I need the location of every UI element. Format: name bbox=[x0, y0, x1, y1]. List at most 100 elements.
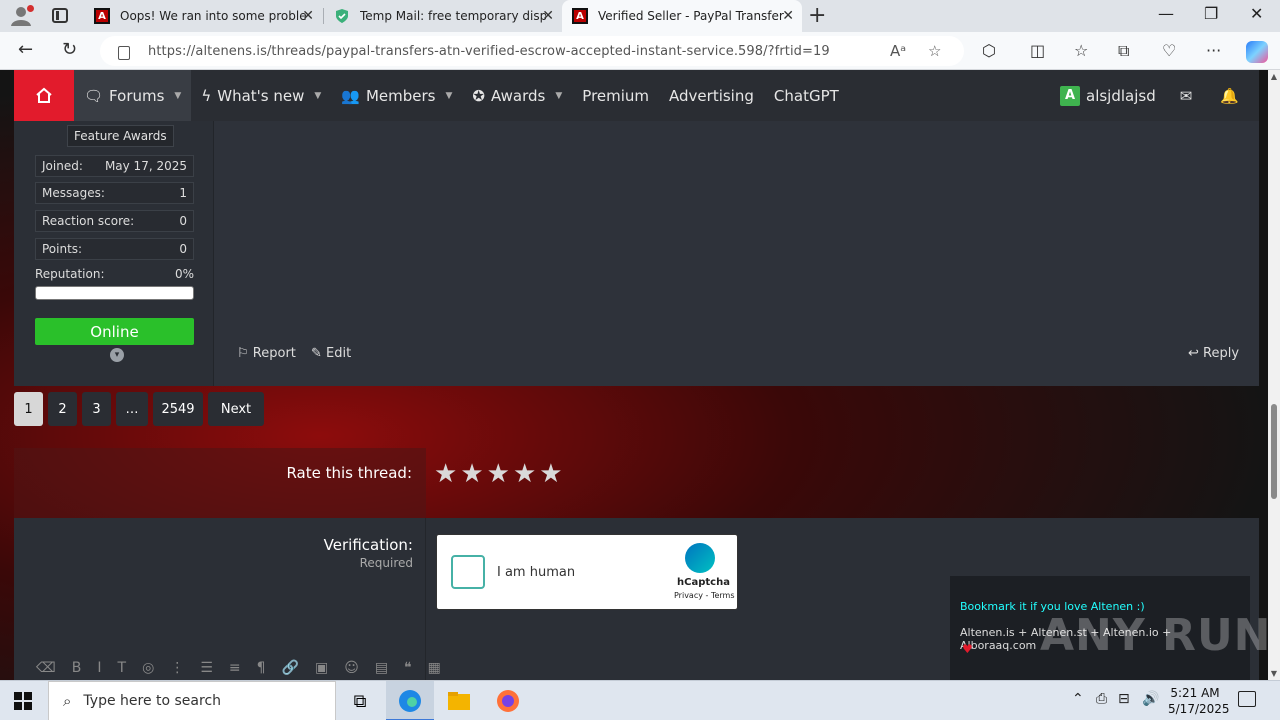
show-hidden-icons[interactable]: ⌃ bbox=[1072, 691, 1084, 707]
restore-icon[interactable]: ❐ bbox=[1204, 4, 1218, 23]
close-tab-icon[interactable]: ✕ bbox=[302, 8, 314, 24]
captcha-terms-link[interactable]: Privacy - Terms bbox=[674, 591, 735, 600]
minimize-icon[interactable]: — bbox=[1158, 4, 1174, 23]
page-button-2[interactable]: 2 bbox=[48, 392, 77, 426]
device-icon[interactable]: ⎙ bbox=[1096, 691, 1107, 707]
taskbar-search-box[interactable]: ⌕ Type here to search bbox=[48, 681, 336, 720]
pencil-icon: ✎ bbox=[311, 346, 322, 361]
link-icon[interactable]: 🔗 bbox=[282, 660, 299, 680]
firefox-icon[interactable] bbox=[496, 689, 520, 713]
more-menu-icon[interactable]: ··· bbox=[1206, 41, 1221, 60]
account-menu[interactable]: A alsjdlajsd bbox=[1050, 70, 1166, 121]
tab-actions-icon[interactable] bbox=[52, 8, 68, 23]
nav-members[interactable]: 👥 Members ▼ bbox=[331, 70, 462, 121]
nav-awards[interactable]: ✪ Awards ▼ bbox=[462, 70, 572, 121]
stat-value[interactable]: 1 bbox=[179, 186, 187, 200]
bold-icon[interactable]: B bbox=[72, 660, 82, 680]
page-button-last[interactable]: 2549 bbox=[153, 392, 203, 426]
close-window-icon[interactable]: ✕ bbox=[1250, 4, 1263, 23]
windows-start-icon[interactable] bbox=[14, 692, 32, 710]
chevron-down-icon[interactable]: ▼ bbox=[446, 91, 453, 101]
file-explorer-icon[interactable] bbox=[447, 689, 471, 713]
scroll-down-icon[interactable]: ▼ bbox=[1271, 669, 1277, 678]
paragraph-icon[interactable]: ¶ bbox=[257, 660, 266, 680]
star-icon[interactable]: ★ bbox=[513, 459, 536, 489]
italic-icon[interactable]: I bbox=[97, 660, 101, 680]
next-page-button[interactable]: Next bbox=[208, 392, 264, 426]
list-icon[interactable]: ☰ bbox=[200, 660, 213, 680]
browser-tab-3[interactable]: A Verified Seller - PayPal Transfers - ✕ bbox=[562, 0, 802, 32]
align-icon[interactable]: ≡ bbox=[229, 660, 241, 680]
emoji-icon[interactable]: ☺ bbox=[344, 660, 359, 680]
lock-icon[interactable] bbox=[118, 46, 130, 60]
text-size-icon[interactable]: T bbox=[118, 660, 127, 680]
star-icon[interactable]: ★ bbox=[434, 459, 457, 489]
address-toolbar: ← ↻ https://altenens.is/threads/paypal-t… bbox=[0, 32, 1280, 70]
page-ellipsis-button[interactable]: … bbox=[116, 392, 148, 426]
image-icon[interactable]: ▣ bbox=[315, 660, 328, 680]
inbox-icon[interactable]: ✉ bbox=[1166, 70, 1207, 121]
chevron-down-icon[interactable]: ▼ bbox=[174, 91, 181, 101]
volume-icon[interactable]: 🔊 bbox=[1142, 691, 1159, 707]
collections-icon[interactable]: ⧉ bbox=[1118, 41, 1129, 61]
network-icon[interactable]: ⊟ bbox=[1118, 691, 1130, 707]
bell-icon[interactable]: 🔔 bbox=[1206, 70, 1259, 121]
back-icon[interactable]: ← bbox=[18, 39, 33, 60]
browser-essentials-icon[interactable]: ♡ bbox=[1162, 41, 1176, 60]
chevron-down-icon[interactable]: ▼ bbox=[314, 91, 321, 101]
edit-button[interactable]: ✎ Edit bbox=[311, 346, 351, 361]
stat-reaction-score: Reaction score: 0 bbox=[35, 210, 194, 232]
color-palette-icon[interactable]: ◎ bbox=[142, 660, 154, 680]
system-clock[interactable]: 5:21 AM 5/17/2025 bbox=[1168, 685, 1230, 717]
notification-center-icon[interactable] bbox=[1238, 691, 1256, 707]
captcha-checkbox[interactable] bbox=[451, 555, 485, 589]
hcaptcha-logo-icon bbox=[685, 543, 715, 573]
split-screen-icon[interactable]: ◫ bbox=[1030, 41, 1045, 60]
nav-forums[interactable]: 🗨 Forums ▼ bbox=[74, 70, 192, 121]
page-button-3[interactable]: 3 bbox=[82, 392, 111, 426]
extensions-icon[interactable]: ⬡ bbox=[982, 41, 996, 60]
eraser-icon[interactable]: ⌫ bbox=[36, 660, 56, 680]
browser-tab-2[interactable]: Temp Mail: free temporary dispo... ✕ bbox=[324, 0, 562, 32]
page-button-1[interactable]: 1 bbox=[14, 392, 43, 426]
url-text[interactable]: https://altenens.is/threads/paypal-trans… bbox=[148, 44, 830, 59]
favorites-icon[interactable]: ☆ bbox=[1074, 41, 1088, 60]
home-button[interactable] bbox=[14, 70, 74, 121]
copilot-icon[interactable] bbox=[1246, 41, 1268, 63]
scrollbar-thumb[interactable] bbox=[1271, 404, 1277, 499]
star-icon[interactable]: ★ bbox=[487, 459, 510, 489]
expand-chevron-icon[interactable]: ▾ bbox=[110, 348, 124, 362]
task-view-icon[interactable]: ⧉ bbox=[348, 689, 372, 713]
profile-icon[interactable] bbox=[10, 5, 34, 26]
media-icon[interactable]: ▤ bbox=[375, 660, 388, 680]
table-icon[interactable]: ▦ bbox=[428, 660, 441, 680]
address-bar[interactable]: https://altenens.is/threads/paypal-trans… bbox=[100, 36, 964, 66]
captcha-brand: hCaptcha bbox=[677, 577, 730, 588]
refresh-icon[interactable]: ↻ bbox=[62, 39, 77, 60]
stat-value: 0 bbox=[179, 242, 187, 256]
stat-messages: Messages: 1 bbox=[35, 182, 194, 204]
stat-label: Messages: bbox=[42, 186, 105, 200]
browser-tab-1[interactable]: A Oops! We ran into some problems ✕ bbox=[84, 0, 322, 32]
reply-button[interactable]: ↩ Reply bbox=[1188, 346, 1239, 361]
read-aloud-icon[interactable]: A͏ᵃ bbox=[890, 42, 906, 60]
close-tab-icon[interactable]: ✕ bbox=[782, 8, 794, 24]
star-icon[interactable]: ★ bbox=[460, 459, 483, 489]
quote-icon[interactable]: ❝ bbox=[404, 660, 412, 680]
nav-chatgpt[interactable]: ChatGPT bbox=[764, 70, 849, 121]
scrollbar[interactable]: ▲ ▼ bbox=[1268, 70, 1280, 680]
nav-whats-new[interactable]: ϟ What's new ▼ bbox=[191, 70, 331, 121]
award-badge[interactable]: Feature Awards bbox=[67, 125, 174, 147]
scroll-up-icon[interactable]: ▲ bbox=[1271, 72, 1277, 81]
star-icon[interactable]: ★ bbox=[539, 459, 562, 489]
favorite-star-icon[interactable]: ☆ bbox=[928, 42, 941, 60]
nav-advertising[interactable]: Advertising bbox=[659, 70, 764, 121]
chevron-down-icon[interactable]: ▼ bbox=[555, 91, 562, 101]
new-tab-button[interactable]: + bbox=[808, 3, 826, 28]
report-button[interactable]: ⚐ Report bbox=[237, 346, 296, 361]
close-tab-icon[interactable]: ✕ bbox=[542, 8, 554, 24]
more-options-icon[interactable]: ⋮ bbox=[170, 660, 184, 680]
edge-browser-icon[interactable] bbox=[398, 689, 422, 713]
stat-value: 0 bbox=[179, 214, 187, 228]
nav-premium[interactable]: Premium bbox=[572, 70, 659, 121]
